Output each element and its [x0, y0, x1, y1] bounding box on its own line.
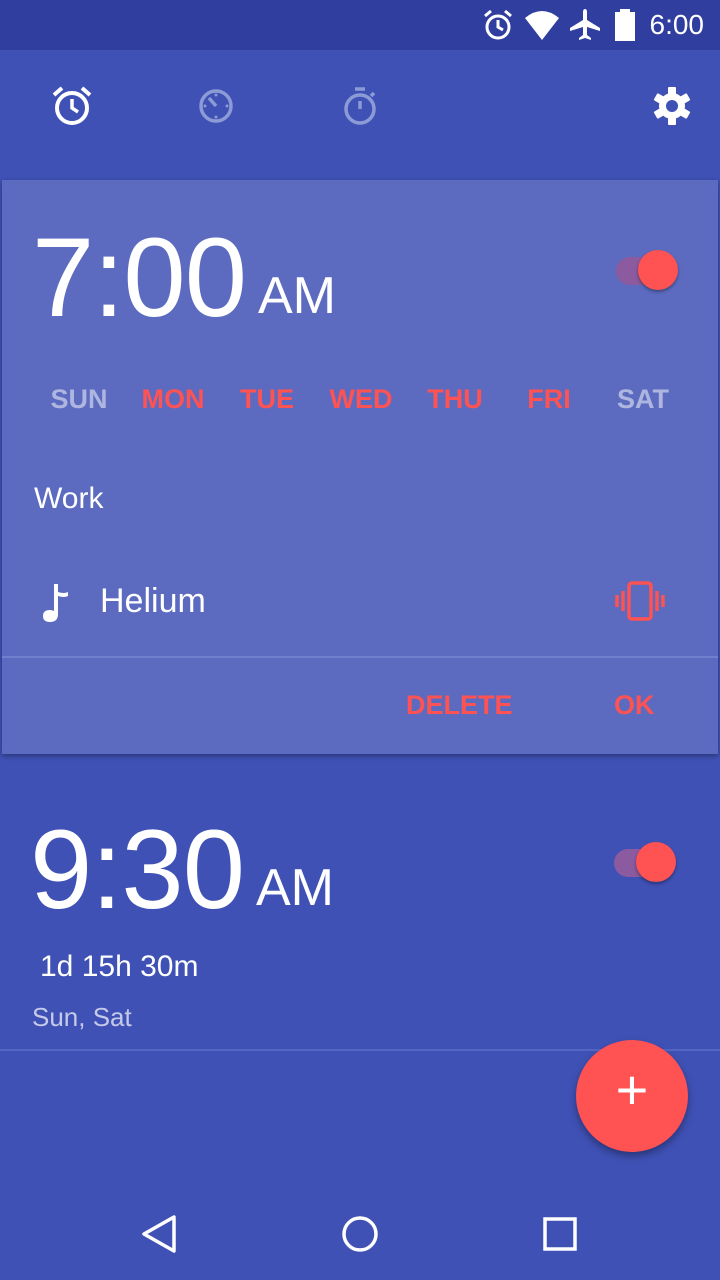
battery-icon: [615, 9, 635, 41]
alarm-toggle[interactable]: [614, 244, 684, 290]
alarm-card-expanded[interactable]: 7:00 AM SUN MON TUE WED THU FRI SAT Work…: [2, 180, 718, 754]
alarm-icon: [484, 9, 512, 40]
alarm-card-collapsed[interactable]: 9:30 AM 1d 15h 30m Sun, Sat: [0, 754, 720, 1050]
card-divider: [2, 656, 718, 658]
ringtone-row[interactable]: Helium: [2, 570, 718, 634]
home-icon[interactable]: [338, 1212, 382, 1256]
day-wed[interactable]: WED: [314, 384, 408, 415]
plus-icon: +: [615, 1058, 649, 1121]
day-tue[interactable]: TUE: [220, 384, 314, 415]
alarm-time[interactable]: 9:30: [30, 814, 245, 926]
clock-tab-icon[interactable]: [194, 84, 238, 128]
vibrate-icon[interactable]: [614, 580, 666, 622]
day-sat[interactable]: SAT: [596, 384, 690, 415]
navigation-bar: [0, 1184, 720, 1280]
gear-icon[interactable]: [650, 84, 694, 128]
alarm-ampm: AM: [256, 859, 334, 917]
day-mon[interactable]: MON: [126, 384, 220, 415]
alarm-tab-icon[interactable]: [50, 84, 94, 128]
ok-button[interactable]: OK: [614, 690, 655, 721]
recents-icon[interactable]: [538, 1212, 582, 1256]
wifi-icon: [525, 11, 559, 40]
day-fri[interactable]: FRI: [502, 384, 596, 415]
alarm-toggle[interactable]: [612, 836, 682, 882]
repeat-days: SUN MON TUE WED THU FRI SAT: [32, 384, 690, 424]
day-thu[interactable]: THU: [408, 384, 502, 415]
music-note-icon: [43, 584, 68, 622]
back-icon[interactable]: [138, 1212, 182, 1256]
delete-button[interactable]: DELETE: [406, 690, 513, 721]
alarm-label[interactable]: Work: [34, 482, 103, 516]
stopwatch-tab-icon[interactable]: [338, 84, 382, 128]
alarm-time[interactable]: 7:00: [32, 222, 247, 334]
airplane-icon: [570, 9, 600, 40]
alarm-countdown: 1d 15h 30m: [40, 950, 199, 983]
status-time: 6:00: [649, 9, 705, 40]
repeat-summary: Sun, Sat: [32, 1002, 132, 1032]
status-bar: 6:00: [0, 0, 720, 50]
alarm-ampm: AM: [258, 267, 336, 325]
toggle-thumb: [636, 842, 676, 882]
add-alarm-button[interactable]: +: [576, 1040, 688, 1152]
ringtone-name[interactable]: Helium: [100, 582, 206, 621]
day-sun[interactable]: SUN: [32, 384, 126, 415]
toggle-thumb: [638, 250, 678, 290]
toolbar: [0, 50, 720, 180]
